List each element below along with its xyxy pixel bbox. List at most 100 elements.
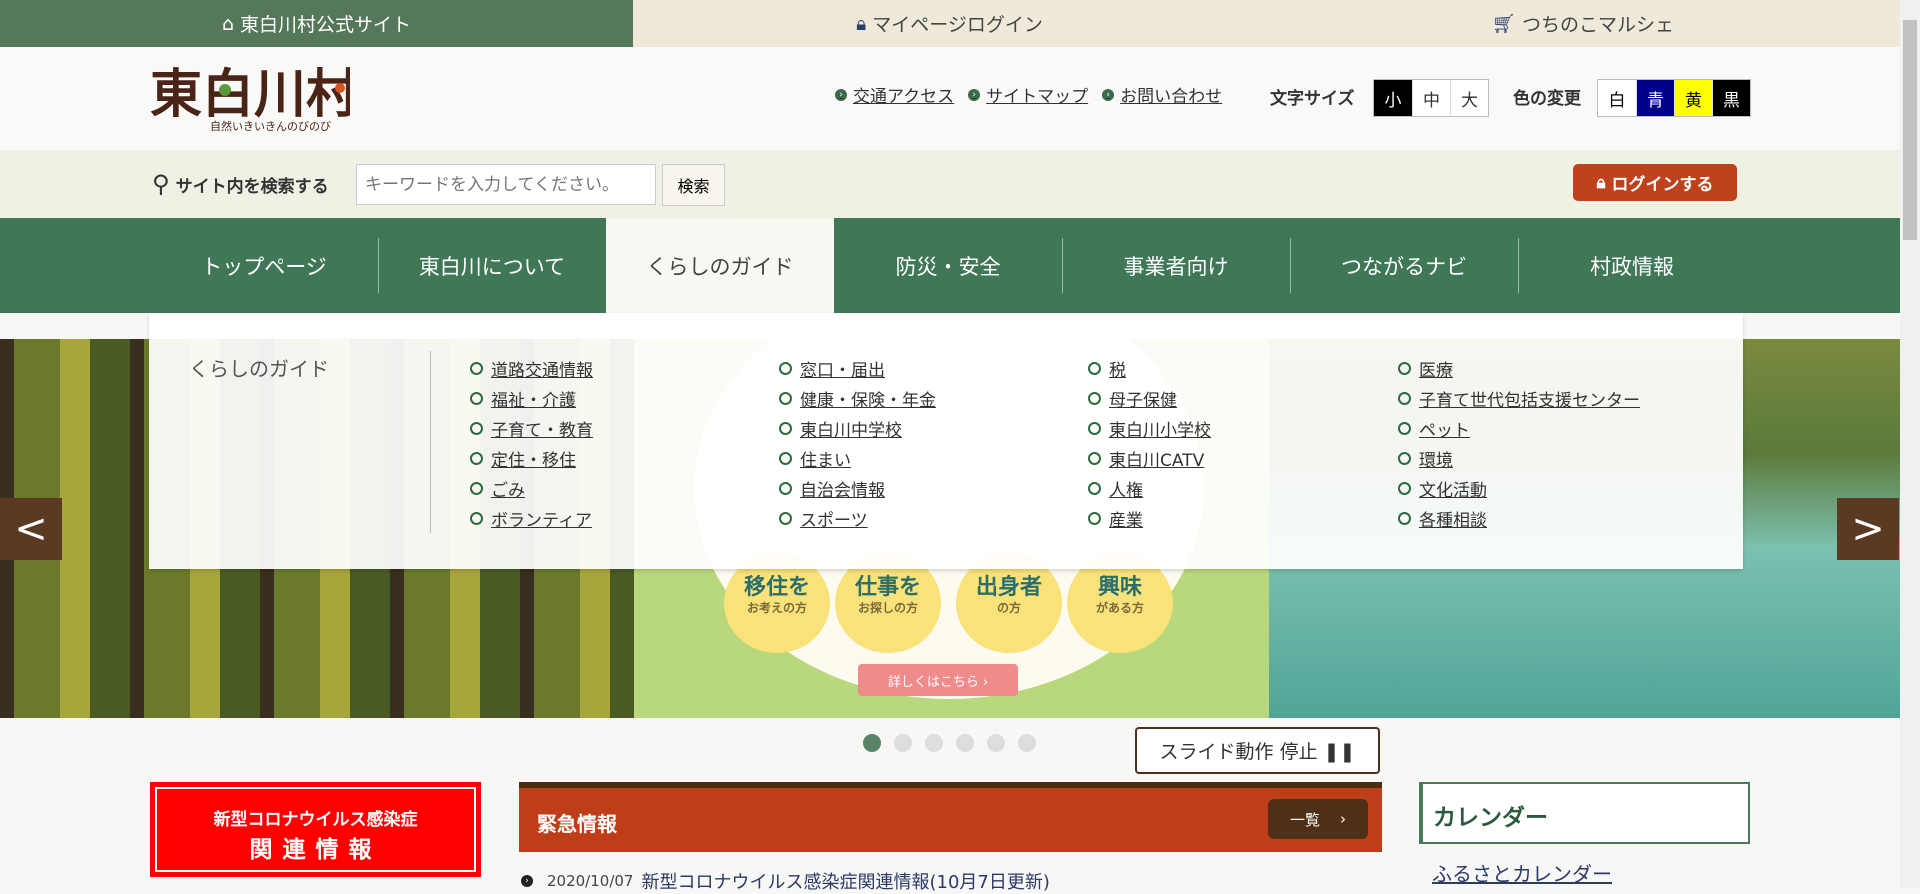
nav-living-guide[interactable]: くらしのガイド <box>606 218 834 313</box>
dropdown-link[interactable]: 産業 <box>1088 503 1211 533</box>
font-size-small[interactable]: 小 <box>1374 80 1412 116</box>
login-button[interactable]: 🔒︎ ログインする <box>1573 164 1737 201</box>
nav-top[interactable]: トップページ <box>150 218 378 313</box>
dropdown-link[interactable]: スポーツ <box>779 503 936 533</box>
svg-text:東白川村: 東白川村 <box>150 64 350 125</box>
bubble-main: 仕事を <box>854 575 921 600</box>
dropdown-link[interactable]: ペット <box>1398 413 1640 443</box>
contact-label: お問い合わせ <box>1120 87 1223 107</box>
font-size-label: 文字サイズ <box>1270 89 1355 109</box>
nav-tsunagaru-navi[interactable]: つながるナビ <box>1290 218 1518 313</box>
search-input[interactable] <box>356 164 656 205</box>
dropdown-link[interactable]: 東白川CATV <box>1088 443 1211 473</box>
bubble-main: 興味 <box>1097 575 1142 600</box>
news-link[interactable]: 新型コロナウイルス感染症関連情報(10月7日更新) <box>641 868 1049 894</box>
covid-line2: 関連情報 <box>249 837 382 863</box>
emergency-info-header: 緊急情報 一覧 › <box>519 782 1382 852</box>
dropdown-title: くらしのガイド <box>189 357 329 381</box>
nav-village-info[interactable]: 村政情報 <box>1518 218 1746 313</box>
carousel-next-button[interactable]: > <box>1837 498 1899 560</box>
official-site-link[interactable]: ⌂ 東白川村公式サイト <box>0 0 633 47</box>
search-button[interactable]: 検索 <box>662 164 725 206</box>
dropdown-link[interactable]: 母子保健 <box>1088 383 1211 413</box>
dropdown-link[interactable]: 子育て・教育 <box>470 413 593 443</box>
access-link[interactable]: › 交通アクセス <box>835 82 954 107</box>
dropdown-column: 税母子保健 東白川小学校 東白川CATV 人権 産業 <box>1088 353 1211 533</box>
search-label: ⚲ サイト内を検索する <box>152 170 329 198</box>
dropdown-link[interactable]: 文化活動 <box>1398 473 1640 503</box>
chevron-right-icon: › <box>521 875 533 887</box>
dropdown-link[interactable]: 自治会情報 <box>779 473 936 503</box>
scrollbar-thumb[interactable] <box>1903 20 1917 240</box>
chevron-right-icon: › <box>1340 810 1346 828</box>
dropdown-link[interactable]: 医療 <box>1398 353 1640 383</box>
shop-link[interactable]: 🛒︎ つちのこマルシェ <box>1266 0 1900 47</box>
official-site-label: 東白川村公式サイト <box>240 14 412 36</box>
dropdown-column: 道路交通情報 福祉・介護 子育て・教育 定住・移住 ごみ ボランティア <box>470 353 593 533</box>
magnifier-icon: ⚲ <box>152 170 170 198</box>
dropdown-link[interactable]: 窓口・届出 <box>779 353 936 383</box>
shop-label: つちのこマルシェ <box>1522 14 1675 36</box>
color-black[interactable]: 黒 <box>1712 80 1750 116</box>
mypage-login-link[interactable]: 🔒︎ マイページログイン <box>633 0 1266 47</box>
dropdown-column: 窓口・届出 健康・保険・年金 東白川中学校 住まい 自治会情報 スポーツ <box>779 353 936 533</box>
dropdown-link[interactable]: ごみ <box>470 473 593 503</box>
cart-icon: 🛒︎ <box>1491 13 1517 35</box>
dropdown-link[interactable]: 各種相談 <box>1398 503 1640 533</box>
nav-business[interactable]: 事業者向け <box>1062 218 1290 313</box>
carousel-indicators <box>863 734 1036 752</box>
dropdown-link[interactable]: 定住・移住 <box>470 443 593 473</box>
chevron-right-icon: › <box>835 88 847 101</box>
color-white[interactable]: 白 <box>1598 80 1636 116</box>
dropdown-divider <box>430 351 431 533</box>
living-guide-dropdown: くらしのガイド 道路交通情報 福祉・介護 子育て・教育 定住・移住 ごみ ボランティア 窓口… <box>149 313 1743 569</box>
dropdown-link[interactable]: 環境 <box>1398 443 1640 473</box>
bubble-sub: の方 <box>996 601 1021 616</box>
indicator-dot[interactable] <box>894 734 912 752</box>
dropdown-link[interactable]: 東白川中学校 <box>779 413 936 443</box>
color-blue[interactable]: 青 <box>1636 80 1674 116</box>
emergency-list-button[interactable]: 一覧 › <box>1268 799 1368 839</box>
access-label: 交通アクセス <box>853 87 955 107</box>
sitemap-link[interactable]: › サイトマップ <box>968 82 1088 107</box>
dropdown-link[interactable]: 福祉・介護 <box>470 383 593 413</box>
emergency-title: 緊急情報 <box>537 812 617 836</box>
details-button[interactable]: 詳しくはこちら › <box>858 664 1018 696</box>
svg-text:自然いきいきんのびのび: 自然いきいきんのびのび <box>210 119 331 133</box>
indicator-dot[interactable] <box>956 734 974 752</box>
dropdown-link[interactable]: 東白川小学校 <box>1088 413 1211 443</box>
dropdown-link[interactable]: 健康・保険・年金 <box>779 383 936 413</box>
lock-icon: 🔒︎ <box>856 12 867 35</box>
indicator-dot[interactable] <box>925 734 943 752</box>
font-size-medium[interactable]: 中 <box>1412 80 1450 116</box>
dropdown-link[interactable]: ボランティア <box>470 503 593 533</box>
bubble-sub: がある方 <box>1095 601 1144 616</box>
furusato-calendar-link[interactable]: ふるさとカレンダー <box>1432 858 1612 887</box>
contact-link[interactable]: › お問い合わせ <box>1102 82 1222 107</box>
font-size-large[interactable]: 大 <box>1450 80 1488 116</box>
color-yellow[interactable]: 黄 <box>1674 80 1712 116</box>
dropdown-link[interactable]: 住まい <box>779 443 936 473</box>
carousel-prev-button[interactable]: < <box>0 498 62 560</box>
covid-line1: 新型コロナウイルス感染症 <box>213 810 418 830</box>
covid-info-banner[interactable]: 新型コロナウイルス感染症関連情報 <box>150 782 481 877</box>
slide-pause-button[interactable]: スライド動作 停止 ❚❚ <box>1135 727 1380 774</box>
dropdown-link[interactable]: 税 <box>1088 353 1211 383</box>
list-label: 一覧 <box>1289 810 1320 829</box>
indicator-dot[interactable] <box>1018 734 1036 752</box>
utility-links: › 交通アクセス › サイトマップ › お問い合わせ <box>835 82 1222 107</box>
dropdown-link[interactable]: 道路交通情報 <box>470 353 593 383</box>
dropdown-link[interactable]: 人権 <box>1088 473 1211 503</box>
nav-about[interactable]: 東白川について <box>378 218 606 313</box>
indicator-dot[interactable] <box>987 734 1005 752</box>
font-size-switcher: 小 中 大 <box>1373 79 1489 117</box>
color-change-label: 色の変更 <box>1513 89 1581 109</box>
site-logo[interactable]: 東白川村 自然いきいきんのびのび <box>150 60 358 138</box>
global-nav: トップページ 東白川について くらしのガイド 防災・安全 事業者向け つながるナ… <box>0 218 1900 313</box>
lock-icon: 🔒︎ <box>1596 172 1606 193</box>
home-icon: ⌂ <box>221 12 235 35</box>
indicator-dot[interactable] <box>863 734 881 752</box>
mypage-label: マイページログイン <box>872 14 1043 36</box>
dropdown-link[interactable]: 子育て世代包括支援センター <box>1398 383 1640 413</box>
nav-safety[interactable]: 防災・安全 <box>834 218 1062 313</box>
